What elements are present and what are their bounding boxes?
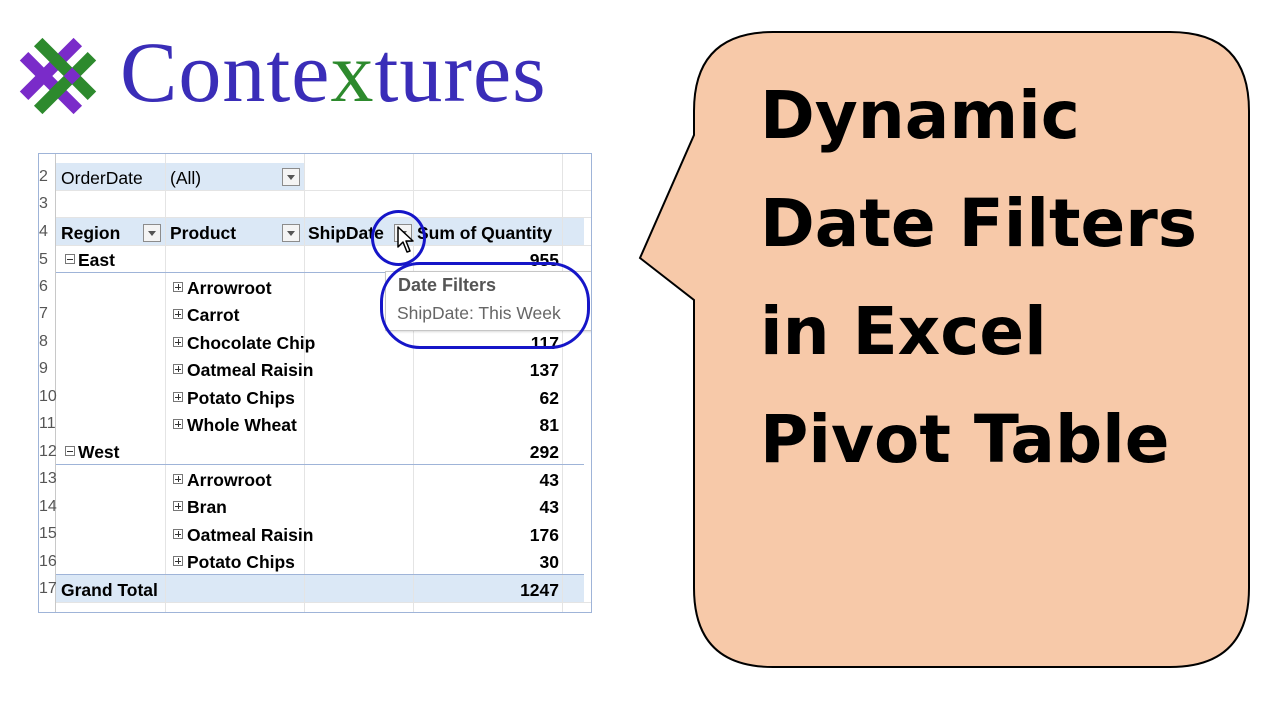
- row-number[interactable]: 4: [39, 218, 55, 245]
- expand-item-icon[interactable]: [173, 419, 183, 429]
- product-item[interactable]: Bran: [187, 494, 227, 521]
- row-headers: 2 3 4 5 6 7 8 9 10 11 12 13 14 15 16 17: [39, 154, 57, 612]
- expand-item-icon[interactable]: [173, 282, 183, 292]
- bubble-line-1: Dynamic: [760, 77, 1080, 154]
- pivot-table-sheet: 2 3 4 5 6 7 8 9 10 11 12 13 14 15 16 17 …: [38, 153, 592, 613]
- product-value[interactable]: 176: [439, 522, 559, 549]
- header-region[interactable]: Region: [61, 220, 120, 247]
- expand-item-icon[interactable]: [173, 392, 183, 402]
- header-sum-of-quantity[interactable]: Sum of Quantity: [417, 220, 552, 247]
- product-item[interactable]: Arrowroot: [187, 467, 272, 494]
- product-item[interactable]: Potato Chips: [187, 385, 295, 412]
- product-item[interactable]: Oatmeal Raisin: [187, 357, 313, 384]
- highlight-circle-tooltip: [380, 262, 590, 349]
- row-number[interactable]: 10: [39, 383, 57, 410]
- product-item[interactable]: Potato Chips: [187, 549, 295, 576]
- bubble-line-3: in Excel: [760, 293, 1047, 370]
- row-number[interactable]: 14: [39, 493, 57, 520]
- row-number[interactable]: 12: [39, 438, 57, 465]
- row-number[interactable]: 8: [39, 328, 55, 355]
- row-number[interactable]: 15: [39, 520, 57, 547]
- bubble-line-2: Date Filters: [760, 185, 1198, 262]
- product-item[interactable]: Whole Wheat: [187, 412, 297, 439]
- region-filter-dropdown[interactable]: [143, 224, 161, 242]
- product-item[interactable]: Arrowroot: [187, 275, 272, 302]
- row-number[interactable]: 17: [39, 575, 57, 602]
- expand-item-icon[interactable]: [173, 364, 183, 374]
- expand-item-icon[interactable]: [173, 529, 183, 539]
- row-number[interactable]: 9: [39, 355, 55, 382]
- grand-total-value[interactable]: 1247: [439, 577, 559, 604]
- filter-value[interactable]: (All): [170, 165, 201, 192]
- grand-total-label[interactable]: Grand Total: [61, 577, 158, 604]
- filter-field-label[interactable]: OrderDate: [61, 165, 143, 192]
- expand-item-icon[interactable]: [173, 556, 183, 566]
- row-number[interactable]: 7: [39, 300, 55, 327]
- row-number[interactable]: 5: [39, 246, 55, 273]
- row-number[interactable]: 6: [39, 273, 55, 300]
- expand-item-icon[interactable]: [173, 337, 183, 347]
- product-value[interactable]: 43: [439, 467, 559, 494]
- product-value[interactable]: 62: [439, 385, 559, 412]
- product-filter-dropdown[interactable]: [282, 224, 300, 242]
- bubble-title: Dynamic Date Filters in Excel Pivot Tabl…: [760, 62, 1230, 494]
- row-number[interactable]: 16: [39, 548, 57, 575]
- product-value[interactable]: 137: [439, 357, 559, 384]
- product-value[interactable]: 81: [439, 412, 559, 439]
- product-item[interactable]: Oatmeal Raisin: [187, 522, 313, 549]
- region-west[interactable]: West: [78, 439, 120, 466]
- collapse-west-icon[interactable]: [65, 446, 75, 456]
- expand-item-icon[interactable]: [173, 501, 183, 511]
- region-east[interactable]: East: [78, 247, 115, 274]
- collapse-east-icon[interactable]: [65, 254, 75, 264]
- expand-item-icon[interactable]: [173, 474, 183, 484]
- west-total[interactable]: 292: [439, 439, 559, 466]
- row-number[interactable]: 3: [39, 190, 55, 217]
- mouse-pointer-icon: [397, 226, 414, 253]
- orderdate-filter-dropdown[interactable]: [282, 168, 300, 186]
- row-number[interactable]: 13: [39, 465, 57, 492]
- product-item[interactable]: Carrot: [187, 302, 240, 329]
- bubble-line-4: Pivot Table: [760, 401, 1170, 478]
- row-number[interactable]: 11: [39, 410, 56, 437]
- product-item[interactable]: Chocolate Chip: [187, 330, 315, 357]
- product-value[interactable]: 30: [439, 549, 559, 576]
- product-value[interactable]: 43: [439, 494, 559, 521]
- row-number[interactable]: 2: [39, 163, 55, 190]
- expand-item-icon[interactable]: [173, 309, 183, 319]
- header-product[interactable]: Product: [170, 220, 236, 247]
